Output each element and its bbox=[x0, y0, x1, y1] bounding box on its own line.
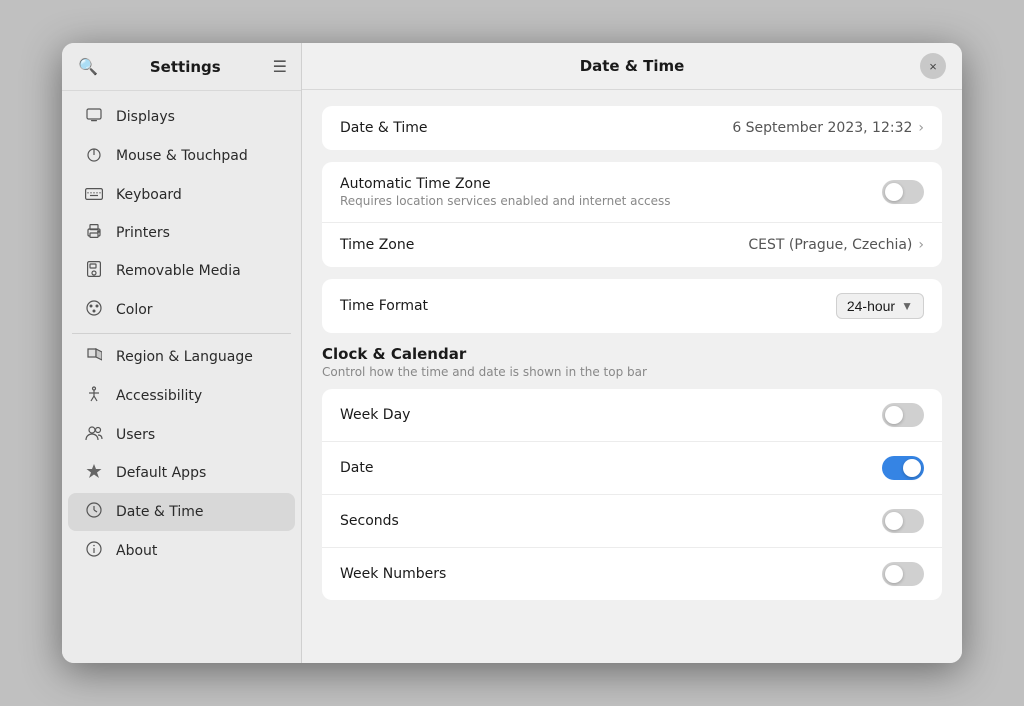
date-time-label: Date & Time bbox=[340, 120, 428, 136]
clock-calendar-card: Week Day Date Seconds bbox=[322, 389, 942, 600]
week-numbers-label: Week Numbers bbox=[340, 566, 446, 582]
sidebar-items-list: Displays Mouse & Touchpad Keyboard bbox=[62, 91, 301, 663]
time-format-label: Time Format bbox=[340, 298, 428, 314]
sidebar-item-about[interactable]: About bbox=[68, 532, 295, 570]
date-time-icon bbox=[84, 502, 104, 522]
search-icon[interactable]: 🔍 bbox=[78, 57, 98, 76]
sidebar-item-region-language[interactable]: Region & Language bbox=[68, 338, 295, 376]
menu-icon[interactable]: ☰ bbox=[273, 57, 287, 76]
users-icon bbox=[84, 425, 104, 444]
sidebar-item-printers[interactable]: Printers bbox=[68, 214, 295, 251]
dropdown-arrow-icon: ▼ bbox=[901, 299, 913, 313]
date-time-row[interactable]: Date & Time 6 September 2023, 12:32 › bbox=[322, 106, 942, 150]
date-time-value[interactable]: 6 September 2023, 12:32 › bbox=[732, 120, 924, 136]
main-content: Date & Time 6 September 2023, 12:32 › Au… bbox=[302, 90, 962, 663]
keyboard-icon bbox=[84, 185, 104, 204]
week-day-row: Week Day bbox=[322, 389, 942, 442]
seconds-label: Seconds bbox=[340, 513, 399, 529]
default-apps-icon bbox=[84, 463, 104, 483]
sidebar-label-displays: Displays bbox=[116, 109, 175, 125]
date-row: Date bbox=[322, 442, 942, 495]
main-title: Date & Time bbox=[580, 57, 685, 75]
date-time-chevron: › bbox=[918, 120, 924, 136]
sidebar-item-users[interactable]: Users bbox=[68, 416, 295, 453]
displays-icon bbox=[84, 107, 104, 127]
clock-calendar-header: Clock & Calendar Control how the time an… bbox=[322, 345, 942, 379]
sidebar-item-date-time[interactable]: Date & Time bbox=[68, 493, 295, 531]
mouse-icon bbox=[84, 146, 104, 166]
timezone-text: CEST (Prague, Czechia) bbox=[748, 237, 912, 253]
time-format-value: 24-hour bbox=[847, 298, 895, 314]
accessibility-icon bbox=[84, 386, 104, 406]
seconds-row: Seconds bbox=[322, 495, 942, 548]
date-knob bbox=[903, 459, 921, 477]
sidebar-label-color: Color bbox=[116, 302, 153, 318]
auto-timezone-sublabel: Requires location services enabled and i… bbox=[340, 194, 671, 208]
time-format-dropdown[interactable]: 24-hour ▼ bbox=[836, 293, 924, 319]
sidebar-item-accessibility[interactable]: Accessibility bbox=[68, 377, 295, 415]
sidebar-label-removable-media: Removable Media bbox=[116, 263, 241, 279]
sidebar-item-default-apps[interactable]: Default Apps bbox=[68, 454, 295, 492]
sidebar-header: 🔍 Settings ☰ bbox=[62, 43, 301, 91]
sidebar-item-keyboard[interactable]: Keyboard bbox=[68, 176, 295, 213]
week-day-toggle[interactable] bbox=[882, 403, 924, 427]
auto-timezone-labels: Automatic Time Zone Requires location se… bbox=[340, 176, 671, 208]
sidebar-label-region: Region & Language bbox=[116, 349, 253, 365]
sidebar-label-printers: Printers bbox=[116, 225, 170, 241]
date-time-card: Date & Time 6 September 2023, 12:32 › bbox=[322, 106, 942, 150]
settings-window: 🔍 Settings ☰ Displays Mouse & Touchpad bbox=[62, 43, 962, 663]
sidebar-label-users: Users bbox=[116, 427, 155, 443]
color-icon bbox=[84, 300, 104, 320]
sidebar-item-removable-media[interactable]: Removable Media bbox=[68, 252, 295, 290]
timezone-row[interactable]: Time Zone CEST (Prague, Czechia) › bbox=[322, 223, 942, 267]
sidebar: 🔍 Settings ☰ Displays Mouse & Touchpad bbox=[62, 43, 302, 663]
timezone-chevron: › bbox=[918, 237, 924, 253]
sidebar-divider-1 bbox=[72, 333, 291, 334]
sidebar-item-displays[interactable]: Displays bbox=[68, 98, 295, 136]
week-numbers-knob bbox=[885, 565, 903, 583]
main-panel: Date & Time × Date & Time 6 September 20… bbox=[302, 43, 962, 663]
sidebar-label-about: About bbox=[116, 543, 157, 559]
timezone-label: Time Zone bbox=[340, 237, 414, 253]
sidebar-label-keyboard: Keyboard bbox=[116, 187, 182, 203]
main-header: Date & Time × bbox=[302, 43, 962, 90]
week-day-label: Week Day bbox=[340, 407, 410, 423]
timezone-value[interactable]: CEST (Prague, Czechia) › bbox=[748, 237, 924, 253]
date-time-text: 6 September 2023, 12:32 bbox=[732, 120, 912, 136]
clock-calendar-desc: Control how the time and date is shown i… bbox=[322, 365, 942, 379]
close-button[interactable]: × bbox=[920, 53, 946, 79]
time-format-row: Time Format 24-hour ▼ bbox=[322, 279, 942, 333]
sidebar-label-date-time: Date & Time bbox=[116, 504, 204, 520]
region-icon bbox=[84, 347, 104, 367]
date-toggle[interactable] bbox=[882, 456, 924, 480]
seconds-knob bbox=[885, 512, 903, 530]
clock-calendar-title: Clock & Calendar bbox=[322, 345, 942, 363]
week-day-knob bbox=[885, 406, 903, 424]
printer-icon bbox=[84, 223, 104, 242]
auto-timezone-label: Automatic Time Zone bbox=[340, 176, 671, 192]
sidebar-title: Settings bbox=[108, 58, 263, 76]
removable-media-icon bbox=[84, 261, 104, 281]
seconds-toggle[interactable] bbox=[882, 509, 924, 533]
week-numbers-toggle[interactable] bbox=[882, 562, 924, 586]
sidebar-label-mouse: Mouse & Touchpad bbox=[116, 148, 248, 164]
auto-timezone-toggle[interactable] bbox=[882, 180, 924, 204]
week-numbers-row: Week Numbers bbox=[322, 548, 942, 600]
auto-timezone-knob bbox=[885, 183, 903, 201]
sidebar-item-mouse-touchpad[interactable]: Mouse & Touchpad bbox=[68, 137, 295, 175]
sidebar-label-accessibility: Accessibility bbox=[116, 388, 202, 404]
about-icon bbox=[84, 541, 104, 561]
sidebar-item-color[interactable]: Color bbox=[68, 291, 295, 329]
time-format-card: Time Format 24-hour ▼ bbox=[322, 279, 942, 333]
timezone-card: Automatic Time Zone Requires location se… bbox=[322, 162, 942, 267]
auto-timezone-row: Automatic Time Zone Requires location se… bbox=[322, 162, 942, 223]
sidebar-label-default-apps: Default Apps bbox=[116, 465, 206, 481]
date-label: Date bbox=[340, 460, 373, 476]
